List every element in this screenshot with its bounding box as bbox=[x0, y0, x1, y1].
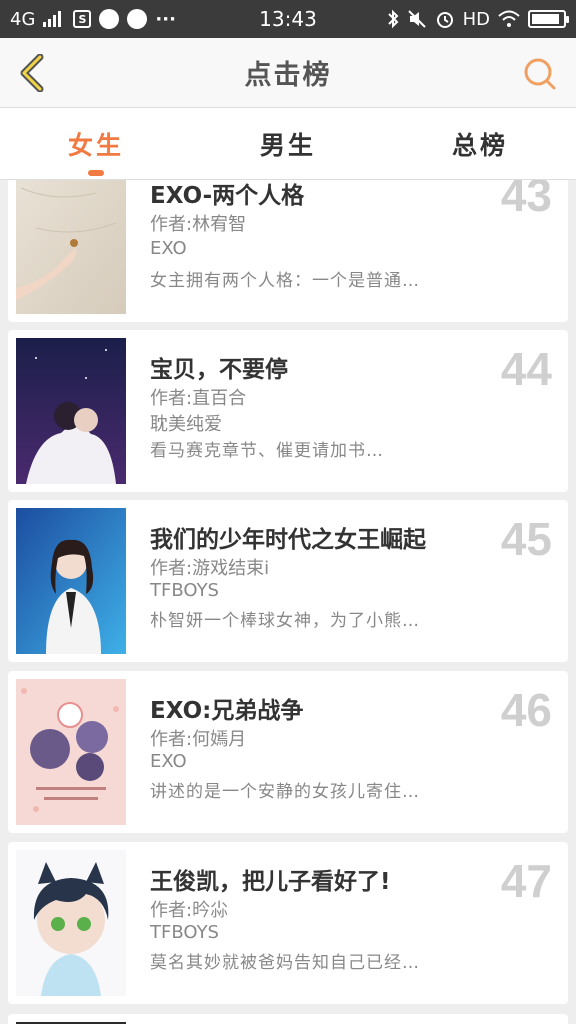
rank-number: 43 bbox=[500, 180, 552, 221]
book-author: 作者:游戏结束i bbox=[150, 558, 270, 579]
tab-overall[interactable]: 总榜 bbox=[384, 108, 576, 179]
rank-number: 46 bbox=[500, 684, 552, 736]
rank-number: 45 bbox=[500, 513, 552, 565]
book-card[interactable] bbox=[8, 1014, 568, 1024]
book-title: EXO-两个人格 bbox=[150, 183, 305, 209]
book-category: EXO bbox=[150, 751, 187, 772]
pen-app-icon bbox=[127, 9, 148, 29]
status-left: 4G S ··· bbox=[10, 9, 176, 30]
book-title: 宝贝，不要停 bbox=[150, 357, 288, 383]
book-cover bbox=[16, 180, 126, 314]
status-right: HD bbox=[387, 8, 569, 30]
book-author: 作者:直百合 bbox=[150, 388, 247, 409]
tab-male[interactable]: 男生 bbox=[192, 108, 384, 179]
hd-label: HD bbox=[462, 8, 490, 30]
nav-bar: 点击榜 bbox=[0, 38, 576, 108]
wifi-icon bbox=[498, 10, 520, 27]
signal-icon bbox=[43, 11, 62, 27]
alarm-icon bbox=[436, 12, 453, 28]
book-card[interactable]: EXO-两个人格 作者:林宥智 EXO 女主拥有两个人格：一个是普通… 43 bbox=[8, 180, 568, 322]
search-button[interactable] bbox=[522, 56, 558, 92]
book-cover bbox=[16, 508, 126, 654]
book-category: TFBOYS bbox=[150, 580, 219, 601]
book-card[interactable]: 王俊凯，把儿子看好了! 作者:昑尛 TFBOYS 莫名其妙就被爸妈告知自己已经…… bbox=[8, 842, 568, 1004]
page-title: 点击榜 bbox=[244, 60, 332, 91]
network-label: 4G bbox=[10, 8, 36, 30]
tab-bar: 女生 男生 总榜 bbox=[0, 108, 576, 180]
book-category: TFBOYS bbox=[150, 922, 219, 943]
book-category: EXO bbox=[150, 238, 187, 259]
book-description: 朴智妍一个棒球女神，为了小熊… bbox=[150, 611, 420, 631]
book-description: 莫名其妙就被爸妈告知自己已经… bbox=[150, 953, 420, 973]
book-author: 作者:林宥智 bbox=[150, 214, 247, 235]
book-card[interactable]: 我们的少年时代之女王崛起 作者:游戏结束i TFBOYS 朴智妍一个棒球女神，为… bbox=[8, 500, 568, 662]
tab-label: 男生 bbox=[259, 130, 316, 160]
tab-label: 女生 bbox=[67, 130, 124, 160]
battery-fill bbox=[532, 14, 559, 24]
book-description: 讲述的是一个安静的女孩儿寄住… bbox=[150, 782, 420, 802]
book-author: 作者:何嫣月 bbox=[150, 729, 247, 750]
book-description: 女主拥有两个人格：一个是普通… bbox=[150, 271, 420, 291]
back-button[interactable] bbox=[14, 54, 50, 92]
book-card[interactable]: 宝贝，不要停 作者:直百合 耽美纯爱 看马赛克章节、催更请加书… 44 bbox=[8, 330, 568, 492]
book-cover bbox=[16, 850, 126, 996]
book-cover bbox=[16, 338, 126, 484]
book-category: 耽美纯爱 bbox=[150, 414, 222, 435]
battery-icon bbox=[528, 10, 569, 28]
bluetooth-icon bbox=[387, 9, 399, 29]
book-description: 看马赛克章节、催更请加书… bbox=[150, 441, 384, 461]
mute-icon bbox=[407, 10, 426, 28]
book-card[interactable]: EXO:兄弟战争 作者:何嫣月 EXO 讲述的是一个安静的女孩儿寄住… 46 bbox=[8, 671, 568, 833]
camera-app-icon bbox=[99, 9, 120, 29]
book-title: 我们的少年时代之女王崛起 bbox=[150, 527, 426, 553]
rank-number: 44 bbox=[500, 343, 552, 395]
tab-indicator bbox=[88, 170, 104, 176]
tab-female[interactable]: 女生 bbox=[0, 108, 192, 179]
book-list[interactable]: EXO-两个人格 作者:林宥智 EXO 女主拥有两个人格：一个是普通… 43 宝… bbox=[0, 180, 576, 1024]
book-title: 王俊凯，把儿子看好了! bbox=[150, 869, 391, 895]
book-cover bbox=[16, 679, 126, 825]
book-author: 作者:昑尛 bbox=[150, 900, 229, 921]
status-bar: 4G S ··· 13:43 HD bbox=[0, 0, 576, 38]
rank-number: 47 bbox=[500, 855, 552, 907]
chevron-left-icon bbox=[20, 54, 44, 92]
search-icon bbox=[524, 58, 556, 90]
tab-label: 总榜 bbox=[451, 130, 508, 160]
s-app-icon: S bbox=[73, 10, 92, 28]
book-title: EXO:兄弟战争 bbox=[150, 698, 304, 724]
more-notifications: ··· bbox=[155, 8, 176, 30]
